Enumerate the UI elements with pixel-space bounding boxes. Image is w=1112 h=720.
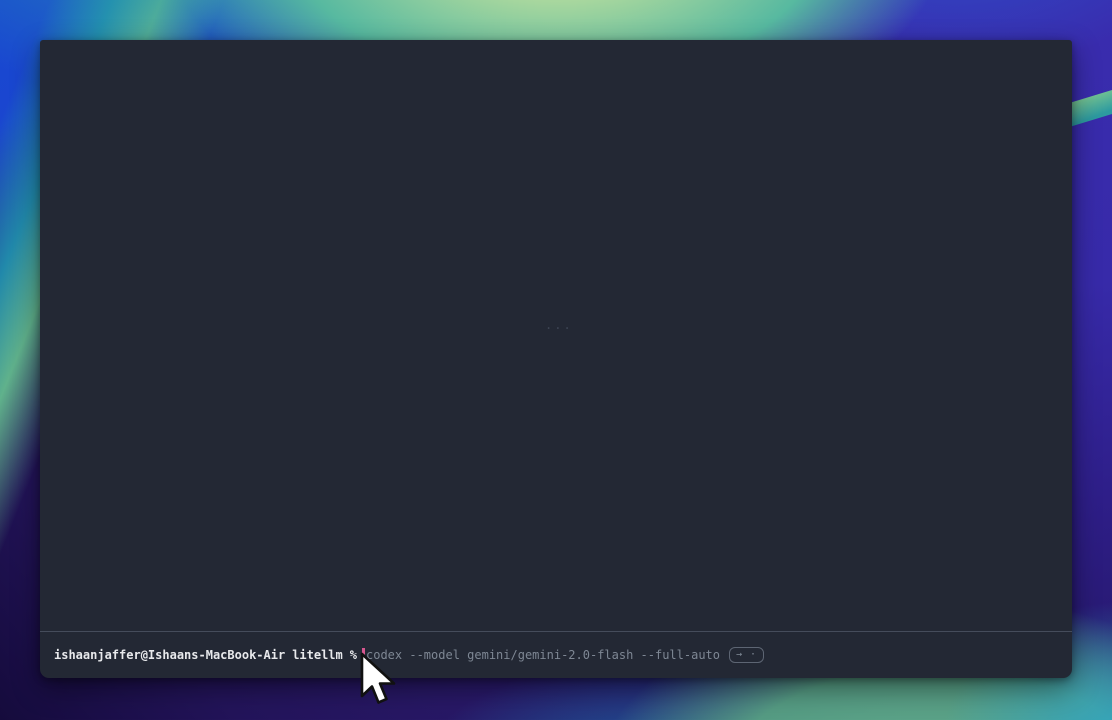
autosuggestion-text: codex --model gemini/gemini-2.0-flash --…	[366, 648, 720, 663]
terminal-output-area[interactable]: ...	[40, 40, 1072, 631]
text-cursor	[362, 648, 365, 663]
prompt-directory: litellm	[292, 648, 343, 663]
accept-suggestion-hint-badge: → ·	[729, 647, 764, 663]
terminal-window[interactable]: ... ishaanjaffer@Ishaans-MacBook-Air lit…	[40, 40, 1072, 678]
loading-ellipsis: ...	[545, 318, 573, 332]
prompt-user-host: ishaanjaffer@Ishaans-MacBook-Air	[54, 648, 285, 663]
wallpaper-green-stripe	[1066, 90, 1112, 128]
command-prompt-line[interactable]: ishaanjaffer@Ishaans-MacBook-Air litellm…	[40, 632, 1072, 678]
desktop-wallpaper: ... ishaanjaffer@Ishaans-MacBook-Air lit…	[0, 0, 1112, 720]
prompt-symbol: %	[350, 648, 357, 663]
